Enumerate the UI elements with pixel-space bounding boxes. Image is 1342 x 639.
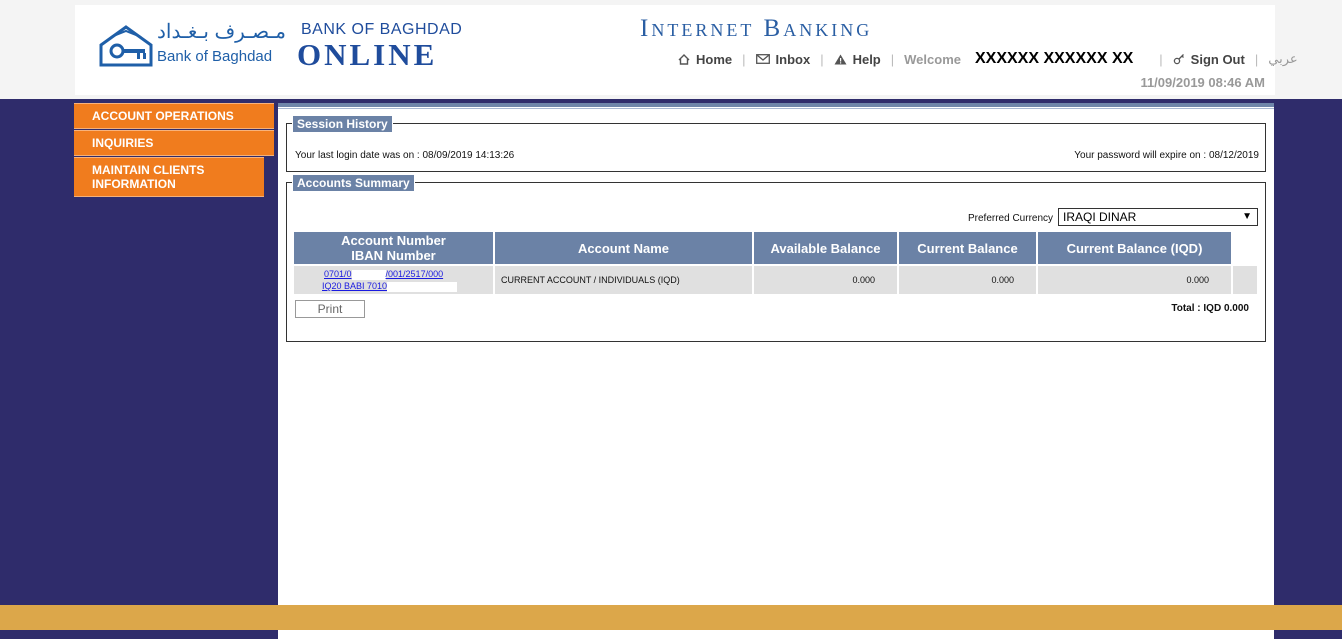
- preferred-currency-value: IRAQI DINAR: [1063, 210, 1137, 224]
- nav-home-label: Home: [696, 51, 733, 67]
- key-icon: [1173, 54, 1184, 65]
- col-header-current-balance-iqd: Current Balance (IQD): [1038, 232, 1231, 264]
- masked-segment: [351, 269, 386, 280]
- session-history-panel: Session History Your last login date was…: [286, 115, 1266, 172]
- nav-signout[interactable]: Sign Out: [1173, 52, 1245, 67]
- nav-separator: |: [1159, 51, 1163, 67]
- header: مـصـرف بـغـداد Bank of Baghdad BANK OF B…: [75, 5, 1298, 95]
- current-balance-iqd-cell: 0.000: [1038, 266, 1231, 294]
- brand-main: ONLINE: [297, 37, 438, 72]
- preferred-currency-select[interactable]: IRAQI DINAR ▼: [1058, 208, 1258, 226]
- bank-logo-icon: [99, 25, 153, 67]
- nav-separator: |: [890, 51, 895, 67]
- total-text: Total : IQD 0.000: [1171, 303, 1249, 314]
- page-title: Internet Banking: [640, 15, 873, 42]
- available-balance-cell: 0.000: [754, 266, 897, 294]
- sidebar-item-maintain-clients[interactable]: MAINTAIN CLIENTS INFORMATION: [74, 157, 264, 197]
- account-number-cell: 0701/0/001/2517/000 IQ20 BABI 7010: [294, 266, 493, 294]
- account-number-link[interactable]: 0701/0: [324, 269, 352, 279]
- logo-english-text: Bank of Baghdad: [157, 48, 273, 65]
- password-expire-text: Your password will expire on : 08/12/201…: [1074, 150, 1259, 161]
- nav-separator: |: [742, 51, 746, 67]
- nav-help[interactable]: Help: [834, 52, 881, 67]
- col-header-available-balance: Available Balance: [754, 232, 897, 264]
- nav-signout-label: Sign Out: [1190, 51, 1245, 67]
- accounts-summary-legend: Accounts Summary: [292, 174, 415, 192]
- session-history-legend: Session History: [292, 115, 393, 133]
- bottom-band: [0, 605, 1342, 630]
- nav-home[interactable]: Home: [678, 52, 732, 67]
- main-top-rule-thin: [278, 108, 1274, 109]
- sidebar: ACCOUNT OPERATIONS INQUIRIES MAINTAIN CL…: [74, 103, 274, 198]
- nav-help-label: Help: [852, 51, 881, 67]
- warning-icon: [834, 54, 847, 64]
- nav-separator: |: [820, 51, 824, 67]
- sidebar-item-inquiries[interactable]: INQUIRIES: [74, 130, 274, 156]
- print-button[interactable]: Print: [295, 300, 365, 318]
- last-login-text: Your last login date was on : 08/09/2019…: [295, 150, 515, 161]
- col-header-iban-number: IBAN Number: [351, 248, 436, 263]
- language-switch[interactable]: عربي: [1268, 51, 1297, 67]
- masked-segment: [387, 281, 458, 292]
- logo-arabic-text: مـصـرف بـغـداد: [157, 21, 286, 43]
- col-header-account-number: Account Number IBAN Number: [294, 232, 493, 264]
- account-number-link-tail[interactable]: /001/2517/000: [386, 269, 444, 279]
- account-name-cell: CURRENT ACCOUNT / INDIVIDUALS (IQD): [495, 266, 752, 294]
- accounts-summary-panel: Accounts Summary Preferred Currency IRAQ…: [286, 174, 1266, 342]
- col-header-current-balance: Current Balance: [899, 232, 1036, 264]
- col-header-account-name: Account Name: [495, 232, 752, 264]
- welcome-label: Welcome: [904, 51, 961, 67]
- home-icon: [678, 53, 690, 65]
- main-top-rule: [278, 103, 1274, 107]
- nav-inbox[interactable]: Inbox: [755, 51, 811, 67]
- nav-inbox-label: Inbox: [775, 51, 811, 67]
- row-spacer-cell: [1233, 266, 1257, 294]
- current-datetime: 11/09/2019 08:46 AM: [1140, 75, 1265, 90]
- nav-separator: |: [1254, 51, 1259, 67]
- preferred-currency-label: Preferred Currency: [968, 213, 1054, 224]
- dropdown-arrow-icon: ▼: [1242, 211, 1252, 222]
- col-header-account-number-line1: Account Number: [341, 233, 446, 248]
- current-balance-cell: 0.000: [899, 266, 1036, 294]
- sidebar-item-account-operations[interactable]: ACCOUNT OPERATIONS: [74, 103, 274, 129]
- user-name: XXXXXX XXXXXX XX: [974, 50, 1134, 67]
- main-content: Session History Your last login date was…: [278, 103, 1274, 639]
- iban-link[interactable]: IQ20 BABI 7010: [322, 281, 387, 291]
- top-nav: Home | Inbox | Help | Welcome XXXXXX XXX…: [678, 48, 1298, 70]
- envelope-icon: [755, 54, 770, 64]
